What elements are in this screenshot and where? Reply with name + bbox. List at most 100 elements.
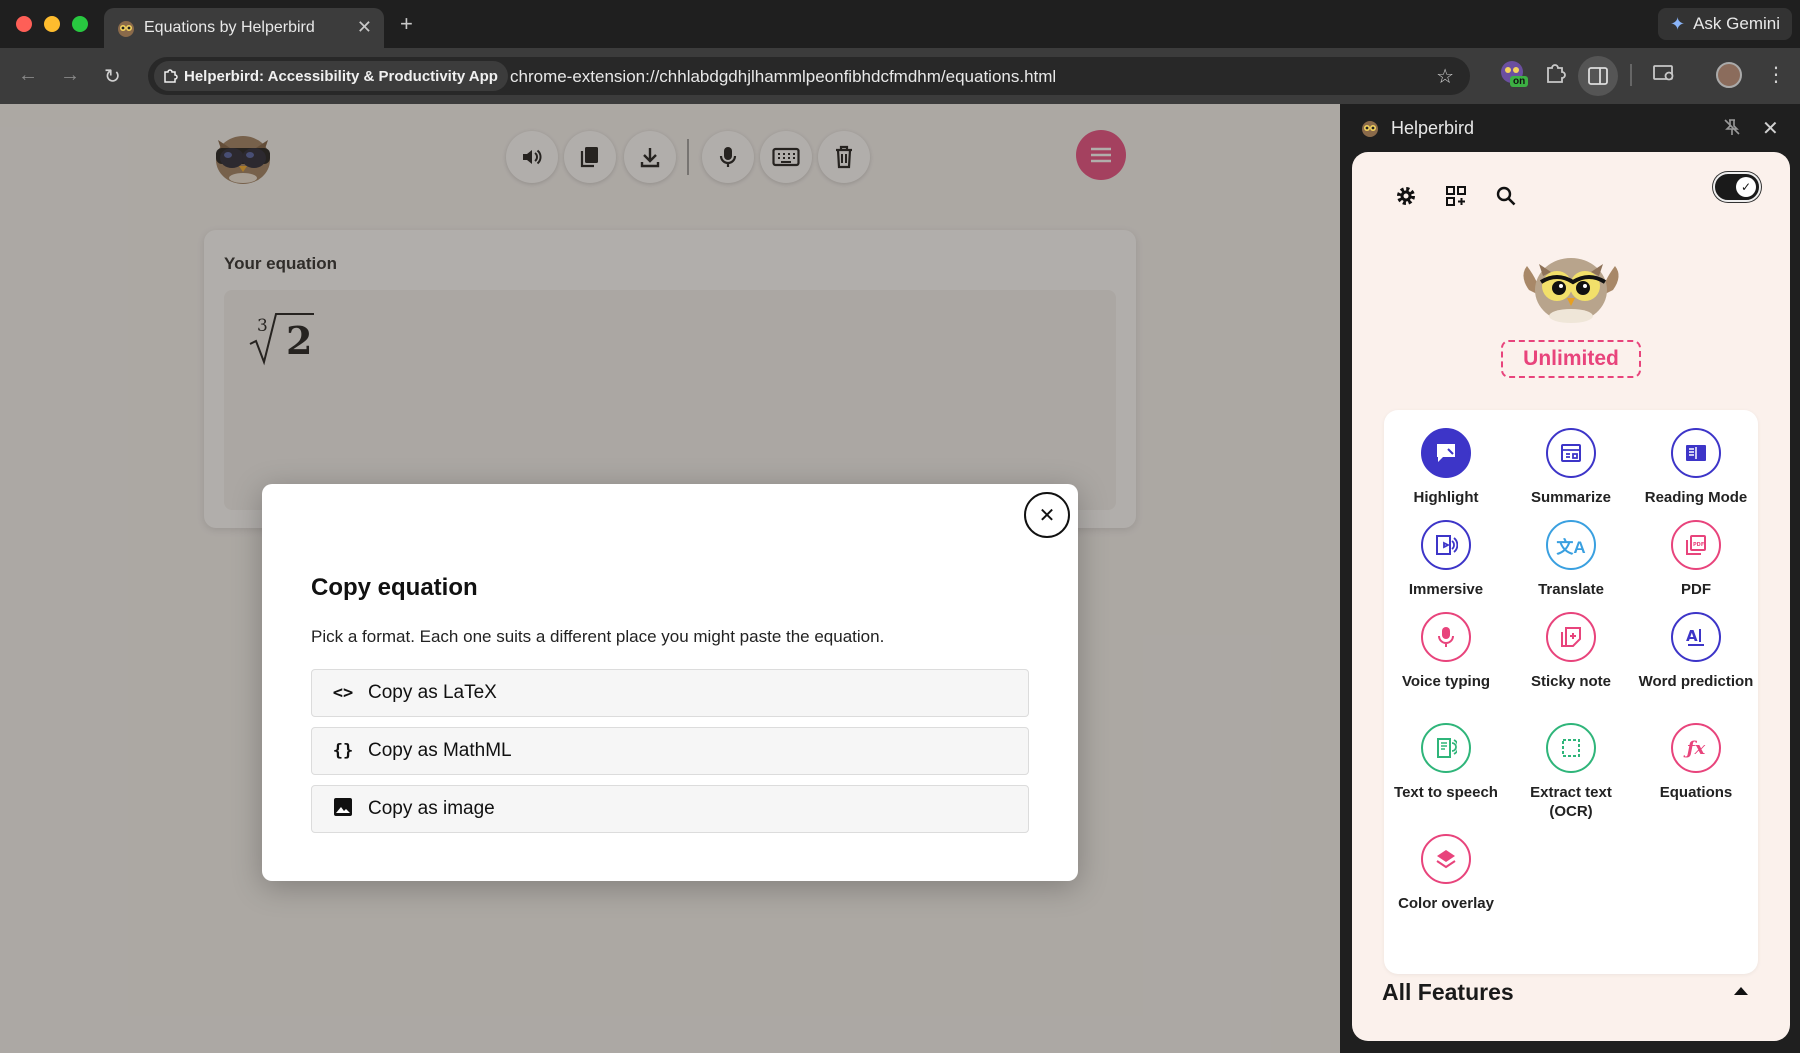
ocr-scan-icon [1546,723,1596,773]
feature-label: Reading Mode [1644,489,1748,506]
feature-label: Immersive [1408,581,1484,598]
check-icon: ✓ [1736,177,1756,197]
helperbird-panel-body: ✓ Unlimited Highlight Summarize Reading … [1352,152,1790,1041]
helperbird-extension-icon[interactable]: on [1498,58,1529,92]
equations-page: Your equation 3 2 ✕ Copy equation Pick a… [0,104,1340,1053]
feature-label: Summarize [1530,489,1612,506]
site-chip-label: Helperbird: Accessibility & Productivity… [184,67,498,85]
tab-title: Equations by Helperbird [144,19,315,36]
more-menu-icon[interactable]: ⋮ [1766,62,1786,87]
feature-reading-mode[interactable]: Reading Mode [1637,428,1755,507]
sticky-note-icon [1546,612,1596,662]
feature-equations[interactable]: ƒx Equations [1637,723,1755,802]
modal-close-button[interactable]: ✕ [1024,492,1070,538]
close-window-button[interactable] [16,16,32,32]
side-panel-close-icon[interactable]: ✕ [1762,116,1779,141]
feature-color-overlay[interactable]: Color overlay [1387,834,1505,913]
highlight-icon [1421,428,1471,478]
reading-mode-icon [1671,428,1721,478]
copy-image-label: Copy as image [368,798,495,819]
feature-label: Text to speech [1394,784,1498,801]
copy-image-button[interactable]: Copy as image [311,785,1029,833]
feature-voice-typing[interactable]: Voice typing [1387,612,1505,691]
extension-enabled-toggle[interactable]: ✓ [1713,172,1761,202]
browser-tabbar: Equations by Helperbird ✕ + ✦ Ask Gemini [0,0,1800,48]
summarize-icon [1546,428,1596,478]
reload-icon[interactable]: ↻ [104,64,121,89]
search-icon[interactable] [1492,182,1520,210]
feature-translate[interactable]: 文A Translate [1512,520,1630,599]
feature-summarize[interactable]: Summarize [1512,428,1630,507]
voice-typing-microphone-icon [1421,612,1471,662]
word-prediction-icon: A [1671,612,1721,662]
side-panel-toggle-button[interactable] [1578,56,1618,96]
feature-label: Translate [1538,581,1604,598]
feature-label: Sticky note [1530,673,1612,690]
color-overlay-layers-icon [1421,834,1471,884]
braces-icon: {} [332,741,354,761]
svg-text:PDF: PDF [1693,542,1704,548]
caret-up-icon[interactable] [1734,987,1748,995]
new-tab-button[interactable]: + [400,11,413,37]
code-icon: <> [332,683,354,703]
settings-gear-icon[interactable] [1392,182,1420,210]
feature-label: PDF [1681,581,1711,598]
gemini-sparkle-icon: ✦ [1669,13,1686,34]
modal-title: Copy equation [311,574,478,601]
back-arrow-icon[interactable]: ← [18,64,38,87]
extensions-puzzle-icon[interactable] [1544,62,1566,90]
helperbird-side-panel: Helperbird ✕ ✓ Unlimited Highlight Summa… [1340,104,1800,1053]
feature-pdf[interactable]: PDF PDF [1637,520,1755,599]
side-panel-title: Helperbird [1391,118,1475,138]
pdf-icon: PDF [1671,520,1721,570]
toolbar-divider [1630,64,1632,86]
equations-function-icon: ƒx [1671,723,1721,773]
extension-puzzle-icon [164,69,178,83]
feature-highlight[interactable]: Highlight [1387,428,1505,507]
feature-label: Extract text (OCR) [1530,784,1612,820]
side-panel-icon [1588,67,1608,85]
ask-gemini-label: Ask Gemini [1693,14,1780,33]
feature-word-prediction[interactable]: A Word prediction [1637,612,1755,691]
copy-mathml-label: Copy as MathML [368,740,512,761]
site-info-chip[interactable]: Helperbird: Accessibility & Productivity… [154,61,508,91]
close-icon: ✕ [1038,504,1056,527]
all-features-heading[interactable]: All Features [1382,979,1514,1006]
image-icon [332,797,354,821]
feature-text-to-speech[interactable]: Text to speech [1387,723,1505,802]
maximize-window-button[interactable] [72,16,88,32]
svg-text:A: A [1686,627,1698,645]
owl-favicon-icon [1362,121,1378,137]
profile-avatar[interactable] [1716,62,1742,88]
feature-extract-text-ocr[interactable]: Extract text (OCR) [1512,723,1630,821]
feature-label: Color overlay [1398,895,1494,912]
browser-toolbar: ← → ↻ Helperbird: Accessibility & Produc… [0,48,1800,104]
bookmark-star-icon[interactable]: ☆ [1436,64,1454,89]
browser-tab[interactable]: Equations by Helperbird ✕ [104,8,384,48]
address-bar[interactable]: Helperbird: Accessibility & Productivity… [148,57,1470,95]
tab-search-icon[interactable] [1652,62,1676,90]
minimize-window-button[interactable] [44,16,60,32]
feature-label: Equations [1659,784,1733,801]
features-card: Highlight Summarize Reading Mode Immersi [1384,410,1758,974]
unpin-icon[interactable] [1723,118,1741,141]
owl-favicon-icon [118,21,134,37]
copy-mathml-button[interactable]: {} Copy as MathML [311,727,1029,775]
forward-arrow-icon[interactable]: → [60,64,80,87]
modal-description: Pick a format. Each one suits a differen… [311,627,885,646]
plan-badge: Unlimited [1501,340,1641,378]
helperbird-owl-mascot [1523,258,1619,323]
side-panel-header: Helperbird ✕ [1340,104,1800,152]
feature-immersive[interactable]: Immersive [1387,520,1505,599]
url-text[interactable]: chrome-extension://chhlabdgdhjlhammlpeon… [510,67,1056,87]
immersive-icon [1421,520,1471,570]
feature-sticky-note[interactable]: Sticky note [1512,612,1630,691]
translate-icon: 文A [1546,520,1596,570]
apps-grid-icon[interactable] [1442,182,1470,210]
ask-gemini-button[interactable]: ✦ Ask Gemini [1658,8,1792,40]
feature-label: Highlight [1413,489,1479,506]
text-to-speech-icon [1421,723,1471,773]
copy-latex-button[interactable]: <> Copy as LaTeX [311,669,1029,717]
tab-close-icon[interactable]: ✕ [357,17,372,38]
feature-label: Voice typing [1401,673,1491,690]
